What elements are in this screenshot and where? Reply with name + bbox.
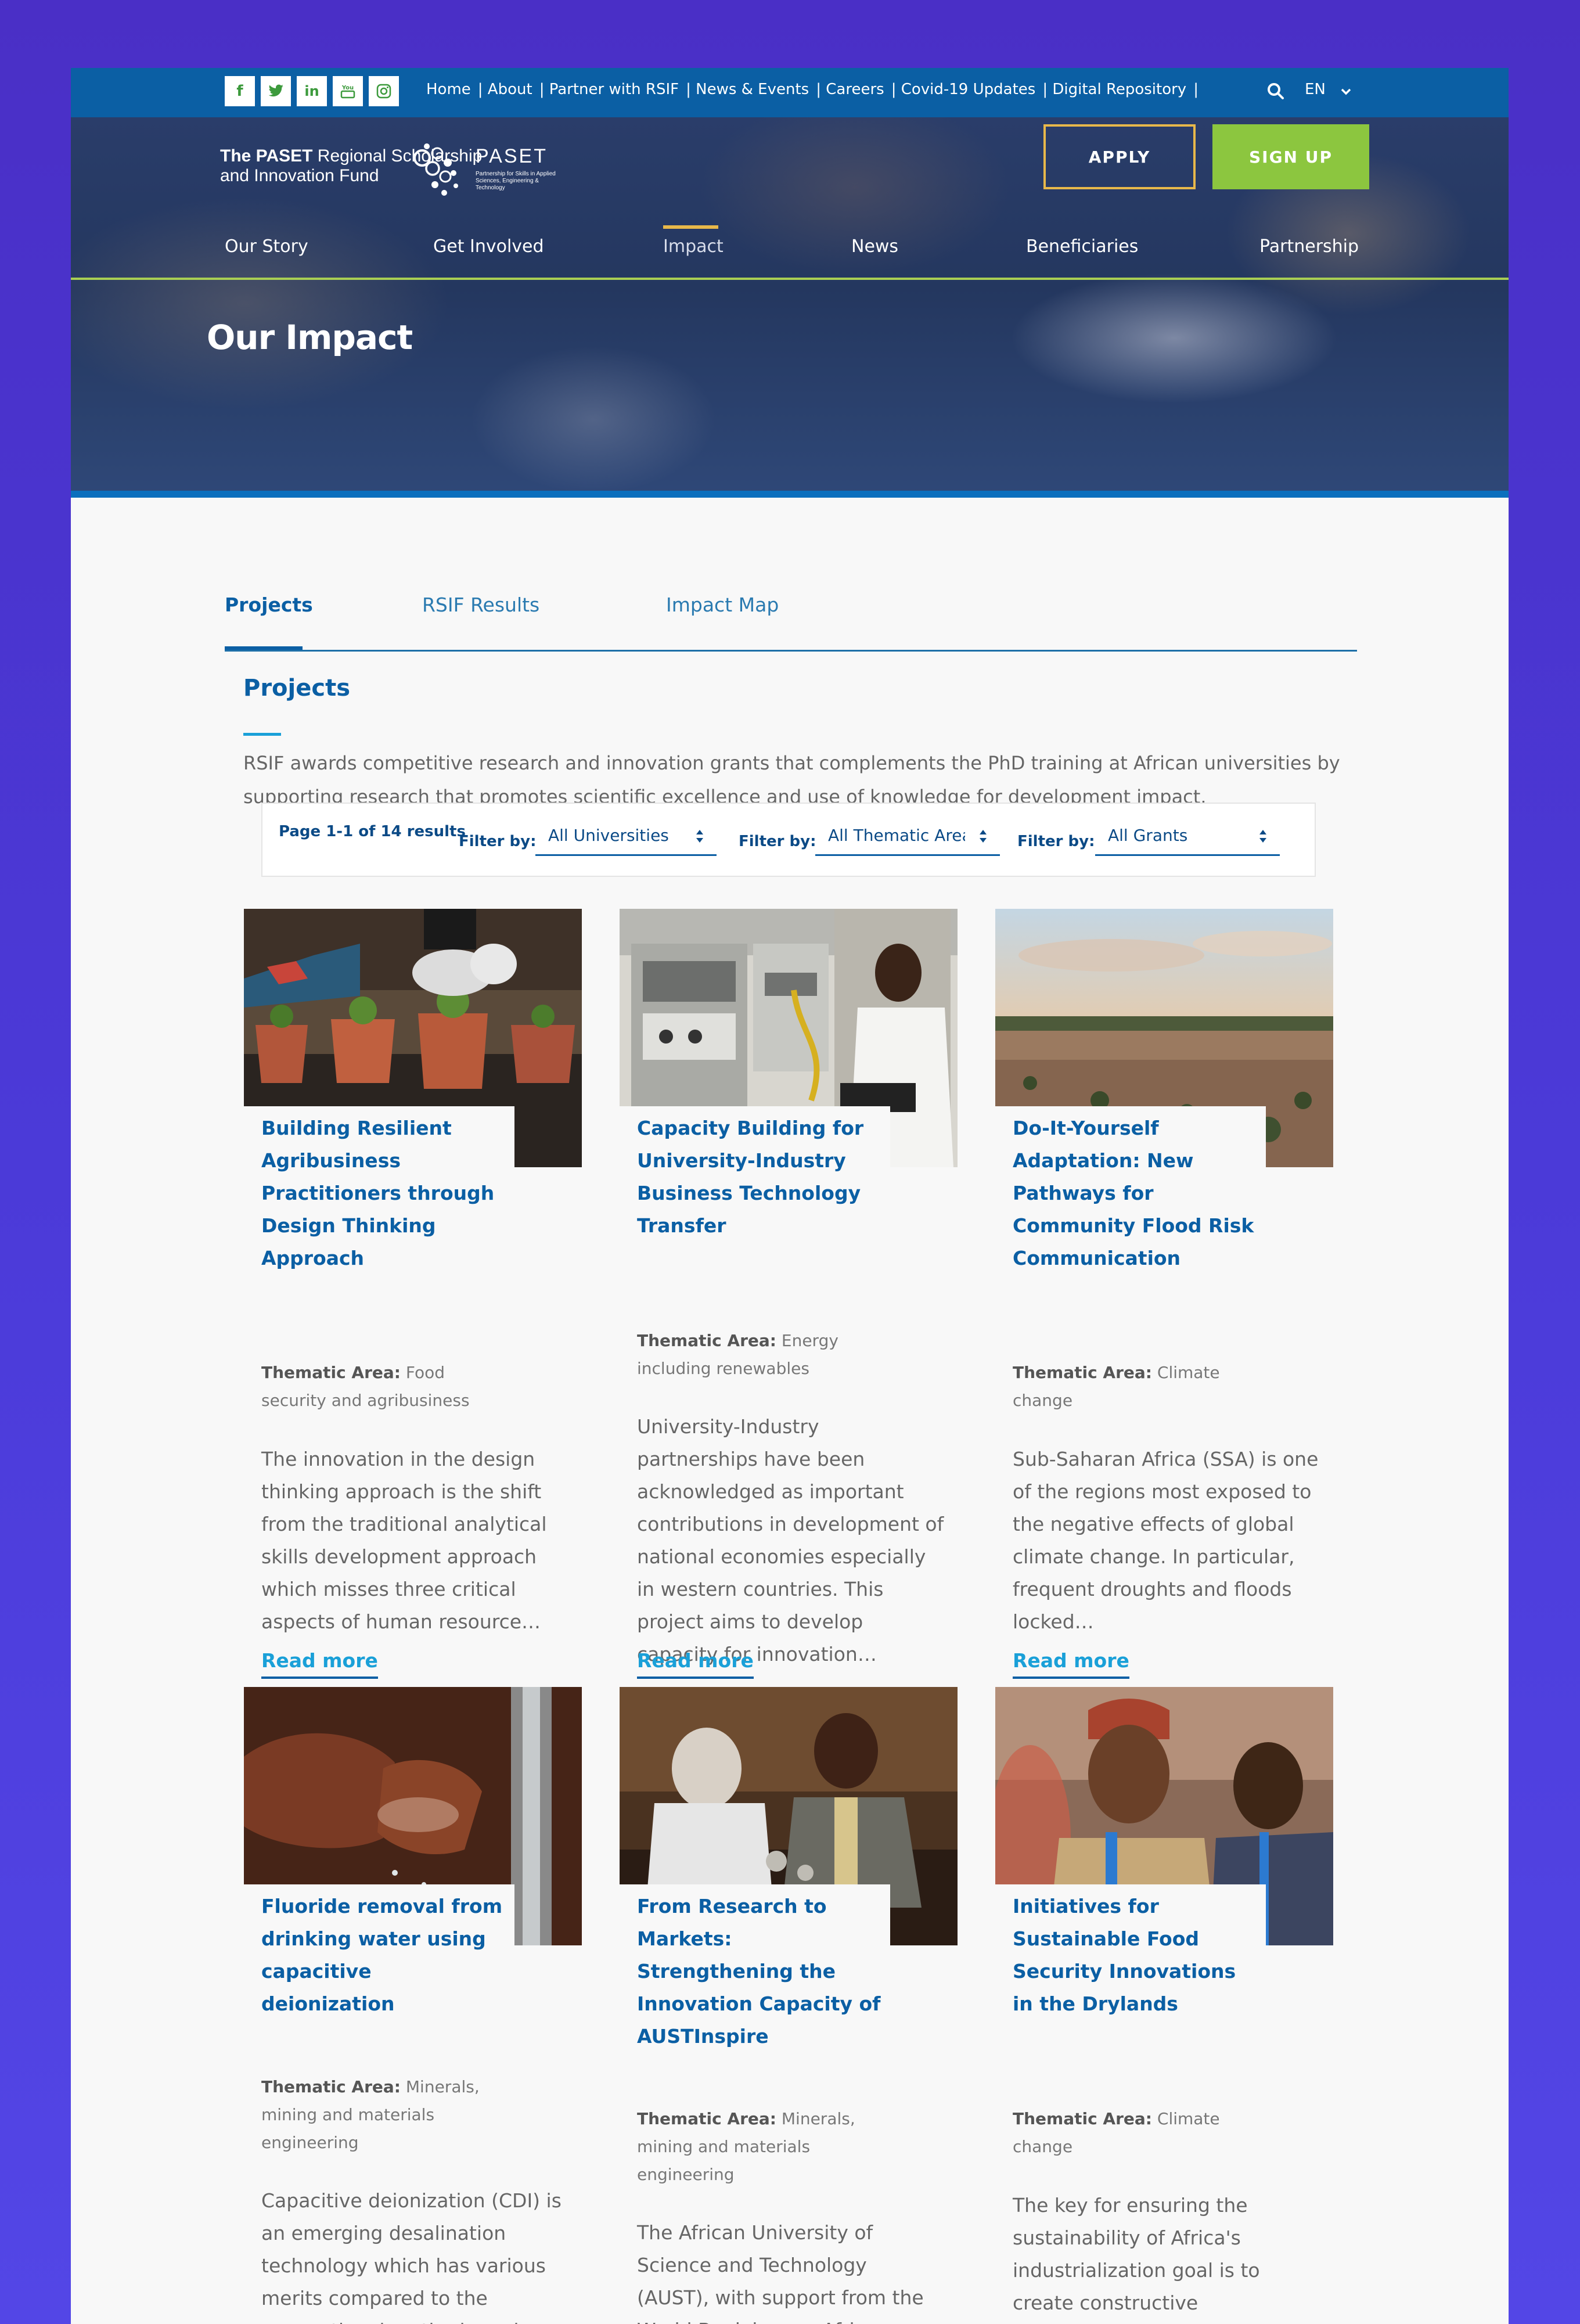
impact-tabs: Projects RSIF Results Impact Map bbox=[225, 582, 1357, 652]
card-thematic-area: Thematic Area: Minerals, mining and mate… bbox=[261, 2073, 505, 2157]
youtube-icon[interactable]: You bbox=[333, 76, 363, 106]
logo-paset-text: PASET bbox=[476, 145, 548, 167]
nav-partnership[interactable]: Partnership bbox=[1259, 236, 1359, 257]
card-title[interactable]: From Research to Markets: Strengthening … bbox=[637, 1890, 881, 2053]
filter-grants-value: All Grants bbox=[1108, 826, 1188, 845]
section-title: Projects bbox=[243, 675, 351, 701]
nav-news[interactable]: News bbox=[851, 236, 898, 257]
card-description: The key for ensuring the sustainability … bbox=[1013, 2194, 1260, 2314]
logo-tagline: Partnership for Skills in Applied Scienc… bbox=[476, 171, 556, 191]
linkedin-icon[interactable]: in bbox=[297, 76, 327, 106]
facebook-icon[interactable]: f bbox=[225, 76, 255, 106]
hero-banner: The PASET Regional Scholarship and Innov… bbox=[71, 117, 1509, 498]
social-links: f in You bbox=[225, 76, 399, 106]
thematic-label: Thematic Area: bbox=[637, 1331, 776, 1350]
logo-line1-bold: The PASET bbox=[220, 146, 313, 166]
filter-label: Filter by: bbox=[1017, 833, 1095, 850]
card-title[interactable]: Initiatives for Sustainable Food Securit… bbox=[1013, 1890, 1257, 2020]
section-title-accent bbox=[243, 733, 281, 736]
card-description: Capacitive deionization (CDI) is an emer… bbox=[261, 2189, 562, 2324]
card-description: University-Industry partnerships have be… bbox=[637, 1415, 944, 1665]
top-link-separator: | bbox=[1193, 81, 1199, 98]
select-arrows-icon bbox=[696, 830, 703, 843]
read-more-link[interactable]: Read more bbox=[1013, 1649, 1129, 1679]
filter-universities-value: All Universities bbox=[548, 826, 669, 845]
card-title[interactable]: Do-It-Yourself Adaptation: New Pathways … bbox=[1013, 1112, 1257, 1275]
select-arrows-icon bbox=[1259, 830, 1266, 843]
top-links: Home | About | Partner with RSIF | News … bbox=[423, 81, 1202, 98]
card-thematic-area: Thematic Area: Food security and agribus… bbox=[261, 1359, 505, 1415]
top-link-news-events[interactable]: | News & Events bbox=[682, 81, 812, 98]
card-thematic-area: Thematic Area: Energy including renewabl… bbox=[637, 1327, 881, 1383]
card-title[interactable]: Fluoride removal from drinking water usi… bbox=[261, 1890, 505, 2020]
top-link-covid[interactable]: | Covid-19 Updates bbox=[888, 81, 1039, 98]
card-description: The African University of Science and Te… bbox=[637, 2221, 924, 2324]
thematic-label: Thematic Area: bbox=[261, 2077, 401, 2096]
filter-thematic-value: All Thematic Areas bbox=[828, 826, 965, 845]
nav-get-involved[interactable]: Get Involved bbox=[433, 236, 544, 257]
filter-grants-select[interactable]: All Grants bbox=[1095, 821, 1280, 856]
chevron-down-icon[interactable] bbox=[1340, 85, 1352, 98]
thematic-label: Thematic Area: bbox=[261, 1363, 401, 1382]
paset-emblem-icon bbox=[413, 143, 458, 196]
card-thematic-area: Thematic Area: Climate change bbox=[1013, 2105, 1257, 2161]
language-selector[interactable]: EN bbox=[1305, 81, 1326, 98]
card-thematic-area: Thematic Area: Climate change bbox=[1013, 1359, 1257, 1415]
instagram-icon[interactable] bbox=[369, 76, 399, 106]
top-link-digital-repository[interactable]: | Digital Repository bbox=[1039, 81, 1190, 98]
filter-universities-select[interactable]: All Universities bbox=[535, 821, 717, 856]
top-link-about[interactable]: | About bbox=[474, 81, 536, 98]
top-utility-bar: f in You Home | About | Partner with RSI… bbox=[71, 68, 1509, 117]
card-description: The innovation in the design thinking ap… bbox=[261, 1448, 547, 1633]
nav-divider bbox=[71, 278, 1509, 280]
thematic-label: Thematic Area: bbox=[1013, 1363, 1152, 1382]
filter-label: Filter by: bbox=[739, 833, 816, 850]
tab-projects[interactable]: Projects bbox=[225, 593, 313, 616]
top-link-home[interactable]: Home bbox=[423, 81, 474, 98]
nav-our-story[interactable]: Our Story bbox=[225, 236, 308, 257]
tab-impact-map[interactable]: Impact Map bbox=[666, 593, 779, 616]
filter-bar: Page 1-1 of 14 results Filter by: All Un… bbox=[261, 803, 1316, 877]
site-logo[interactable]: The PASET Regional Scholarship and Innov… bbox=[220, 141, 568, 204]
nav-active-indicator bbox=[663, 225, 718, 229]
thematic-label: Thematic Area: bbox=[637, 2109, 776, 2128]
sign-up-button[interactable]: SIGN UP bbox=[1212, 124, 1369, 189]
main-nav: Our Story Get Involved Impact News Benef… bbox=[71, 236, 1509, 260]
card-description: Sub-Saharan Africa (SSA) is one of the r… bbox=[1013, 1448, 1319, 1633]
read-more-link[interactable]: Read more bbox=[637, 1649, 754, 1679]
tab-rsif-results[interactable]: RSIF Results bbox=[422, 593, 539, 616]
card-title[interactable]: Building Resilient Agribusiness Practiti… bbox=[261, 1112, 505, 1275]
search-icon[interactable] bbox=[1264, 80, 1287, 103]
logo-line2: and Innovation Fund bbox=[220, 166, 379, 185]
thematic-label: Thematic Area: bbox=[1013, 2109, 1152, 2128]
card-thematic-area: Thematic Area: Minerals, mining and mate… bbox=[637, 2105, 881, 2189]
select-arrows-icon bbox=[980, 830, 987, 843]
hero-bottom-bar bbox=[71, 491, 1509, 498]
page-frame: f in You Home | About | Partner with RSI… bbox=[71, 68, 1509, 2324]
results-count: Page 1-1 of 14 results bbox=[279, 823, 466, 840]
filter-thematic-select[interactable]: All Thematic Areas bbox=[815, 821, 1000, 856]
page-title: Our Impact bbox=[207, 318, 413, 357]
nav-impact[interactable]: Impact bbox=[663, 236, 724, 257]
top-link-partner[interactable]: | Partner with RSIF bbox=[536, 81, 682, 98]
card-title[interactable]: Capacity Building for University-Industr… bbox=[637, 1112, 881, 1242]
svg-text:You: You bbox=[341, 85, 354, 91]
apply-button[interactable]: APPLY bbox=[1043, 124, 1196, 189]
tab-divider bbox=[225, 650, 1357, 652]
filter-label: Filter by: bbox=[459, 833, 537, 850]
top-link-careers[interactable]: | Careers bbox=[812, 81, 887, 98]
nav-beneficiaries[interactable]: Beneficiaries bbox=[1026, 236, 1138, 257]
twitter-icon[interactable] bbox=[261, 76, 291, 106]
read-more-link[interactable]: Read more bbox=[261, 1649, 378, 1679]
